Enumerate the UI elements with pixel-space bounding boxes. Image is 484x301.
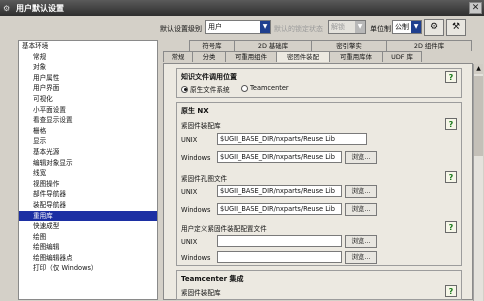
tree-item[interactable]: 快速成型 (19, 221, 157, 232)
tab-row1-item[interactable]: 密引擎实 (311, 40, 387, 51)
tree-item[interactable]: 视图操作 (19, 179, 157, 190)
tree-item[interactable]: 栅格 (19, 126, 157, 137)
tree-item[interactable]: 打印（仅 Windows） (19, 263, 157, 274)
tree-item[interactable]: 常规 (19, 52, 157, 63)
browse-button[interactable]: 浏览... (345, 235, 377, 248)
hole-file-label: 紧固件孔图文件 (181, 175, 228, 183)
assembly-unix-field[interactable]: $UGII_BASE_DIR/nxparts/Reuse Lib (217, 133, 367, 145)
tab-row1-item[interactable]: 2D 基础库 (234, 40, 312, 51)
level-label: 默认设置级别 (160, 25, 202, 33)
unit-select-value: 公制 (395, 23, 409, 31)
tools-icon: ⚒ (451, 22, 461, 32)
tree-item[interactable]: 小平面设置 (19, 105, 157, 116)
browse-button[interactable]: 浏览... (345, 251, 377, 264)
level-select-value: 用户 (208, 23, 222, 31)
radio-teamcenter-label: Teamcenter (250, 84, 289, 92)
tab-row-2: 常规 分类 可重用组件 密团件装配 可重用库体 UDF 库 (163, 51, 422, 62)
window-title: 用户默认设置 (16, 3, 64, 13)
radio-dot-icon (241, 84, 248, 92)
browse-button[interactable]: 浏览... (345, 203, 377, 216)
tab-row2-item[interactable]: 可重用组件 (225, 51, 277, 62)
chevron-down-icon: ▼ (411, 21, 421, 33)
hole-windows-field[interactable]: $UGII_BASE_DIR/nxparts/Reuse Lib (217, 203, 342, 215)
radio-native-fs[interactable]: 原生文件系统 (181, 84, 230, 94)
location-title: 知识文件调用位置 (181, 73, 237, 81)
tree-item[interactable]: 部件导航器 (19, 189, 157, 200)
tree-item[interactable]: 对象 (19, 62, 157, 73)
tree-item[interactable]: 重用库 (19, 210, 157, 222)
tree-item[interactable]: 用户属性 (19, 73, 157, 84)
lock-select[interactable]: 解锁 ▼ (328, 20, 366, 34)
unix-label: UNIX (181, 238, 198, 246)
scrollbar[interactable]: ▲ (473, 64, 483, 301)
tree-item[interactable]: 线宽 (19, 168, 157, 179)
category-tree[interactable]: 基本环境 常规 对象 用户属性 用户界面 可视化 小平面设置 看查显示设置 栅格 显示 基本光源编… (18, 40, 158, 300)
windows-label: Windows (181, 154, 211, 162)
level-select[interactable]: 用户 ▼ (205, 20, 271, 34)
tree-root[interactable]: 基本环境 (19, 41, 157, 52)
tree-item[interactable]: 绘图编辑器点 (19, 253, 157, 264)
assembly-lib-label: 紧固件装配库 (181, 122, 221, 130)
user-windows-field[interactable] (217, 251, 342, 263)
tree-item[interactable]: 看查显示设置 (19, 115, 157, 126)
tab-row2-item[interactable]: 分类 (192, 51, 226, 62)
app-icon: ⚙ (3, 3, 11, 13)
unix-label: UNIX (181, 136, 198, 144)
lock-select-value: 解锁 (331, 23, 345, 31)
unit-select[interactable]: 公制 ▼ (392, 20, 422, 34)
help-icon[interactable]: ? (445, 221, 457, 233)
tab-row1-item[interactable]: 符号库 (189, 40, 235, 51)
location-section: 知识文件调用位置 ? 原生文件系统 Teamcenter (176, 68, 462, 98)
windows-label: Windows (181, 206, 211, 214)
radio-dot-icon (181, 85, 188, 93)
help-icon[interactable]: ? (445, 171, 457, 183)
windows-label: Windows (181, 254, 211, 262)
chevron-down-icon: ▼ (260, 21, 270, 33)
lock-label: 默认的锁定状态 (274, 25, 323, 33)
tree-item[interactable]: 基本光源 (19, 147, 157, 158)
tab-row1-item[interactable]: 2D 组件库 (386, 40, 472, 51)
native-nx-section: 原生 NX 紧固件装配库 ? UNIX $UGII_BASE_DIR/nxpar… (176, 102, 462, 266)
tree-item[interactable]: 绘图 (19, 232, 157, 243)
radio-teamcenter[interactable]: Teamcenter (241, 84, 289, 92)
user-unix-field[interactable] (217, 235, 342, 247)
teamcenter-title: Teamcenter 集成 (181, 275, 244, 283)
title-bar: ⚙ 用户默认设置 ✕ (0, 0, 484, 16)
gear-icon: ⚙ (429, 22, 439, 32)
tab-row2-item[interactable]: 密团件装配 (276, 51, 330, 62)
tree-item[interactable]: 显示 (19, 136, 157, 147)
settings-panel: 符号库 2D 基础库 密引擎实 2D 组件库 常规 分类 可重用组件 密团件装配 可重用库体 U… (163, 40, 484, 301)
help-icon[interactable]: ? (445, 118, 457, 130)
tree-item[interactable]: 可视化 (19, 94, 157, 105)
help-icon[interactable]: ? (445, 71, 457, 83)
tree-item[interactable]: 绘图编辑 (19, 242, 157, 253)
help-icon[interactable]: ? (445, 285, 457, 297)
teamcenter-assembly-label: 紧固件装配库 (181, 289, 221, 297)
native-nx-title: 原生 NX (181, 107, 209, 115)
user-config-label: 用户定义紧固件装配配置文件 (181, 225, 267, 233)
tree-item[interactable]: 用户界面 (19, 83, 157, 94)
unix-label: UNIX (181, 188, 198, 196)
radio-native-label: 原生文件系统 (190, 86, 230, 94)
chevron-down-icon: ▼ (355, 21, 365, 33)
browse-button[interactable]: 浏览... (345, 185, 377, 198)
tree-item[interactable]: 编辑对象显示 (19, 158, 157, 169)
scroll-up-icon[interactable]: ▲ (474, 64, 483, 74)
hole-unix-field[interactable]: $UGII_BASE_DIR/nxparts/Reuse Lib (217, 185, 342, 197)
teamcenter-section: Teamcenter 集成 紧固件装配库 ? (176, 270, 462, 300)
scroll-thumb[interactable] (474, 76, 483, 156)
tab-row2-item[interactable]: 可重用库体 (329, 51, 383, 62)
unit-label: 单位制 (370, 25, 391, 33)
assembly-windows-field[interactable]: $UGII_BASE_DIR/nxparts/Reuse Lib (217, 151, 342, 163)
tab-row2-item[interactable]: UDF 库 (382, 51, 422, 62)
settings-button[interactable]: ⚙ (424, 19, 444, 36)
tree-item[interactable]: 装配导航器 (19, 200, 157, 211)
toolbar: 默认设置级别 用户 ▼ 默认的锁定状态 解锁 ▼ 单位制 公制 ▼ ⚙ ⚒ (0, 16, 484, 38)
browse-button[interactable]: 浏览... (345, 151, 377, 164)
tab-row2-item[interactable]: 常规 (163, 51, 193, 62)
close-button[interactable]: ✕ (469, 2, 482, 14)
tools-button[interactable]: ⚒ (446, 19, 466, 36)
tab-content: ▲ 知识文件调用位置 ? 原生文件系统 Teamcenter 原生 NX 紧固件… (163, 63, 483, 301)
tab-row-1: 符号库 2D 基础库 密引擎实 2D 组件库 (189, 40, 472, 51)
